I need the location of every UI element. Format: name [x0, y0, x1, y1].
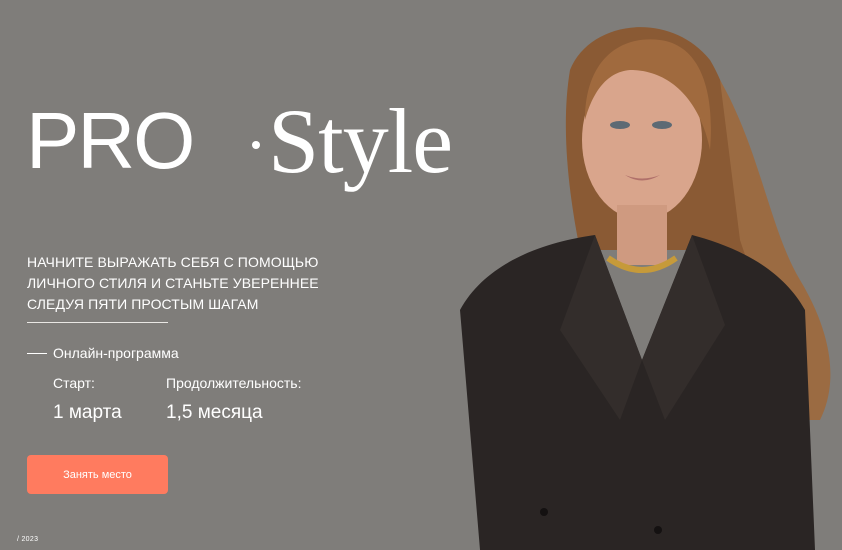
- dash-icon: [27, 352, 47, 354]
- program-format: Онлайн-программа: [27, 345, 179, 361]
- start-value: 1 марта: [53, 402, 122, 423]
- logo-pro-text: PRO: [26, 96, 195, 185]
- hero-tagline: НАЧНИТЕ ВЫРАЖАТЬ СЕБЯ С ПОМОЩЬЮ ЛИЧНОГО …: [27, 252, 347, 315]
- footer-year: / 2023: [17, 536, 39, 543]
- start-label: Старт:: [53, 375, 95, 391]
- pro-style-logo: PRO Style: [26, 95, 466, 215]
- divider: [27, 322, 168, 323]
- logo-dot: [252, 141, 260, 149]
- logo-style-text: Style: [268, 90, 453, 192]
- tagline-line: ЛИЧНОГО СТИЛЯ И СТАНЬТЕ УВЕРЕННЕЕ: [27, 275, 319, 291]
- start-info: Старт: 1 марта: [53, 375, 122, 425]
- reserve-spot-button[interactable]: Занять место: [27, 455, 168, 494]
- duration-label: Продолжительность:: [166, 375, 302, 391]
- duration-value: 1,5 месяца: [166, 402, 263, 423]
- model-photo: [460, 27, 831, 550]
- format-label: Онлайн-программа: [53, 345, 179, 361]
- duration-info: Продолжительность: 1,5 месяца: [166, 375, 301, 425]
- tagline-line: НАЧНИТЕ ВЫРАЖАТЬ СЕБЯ С ПОМОЩЬЮ: [27, 254, 319, 270]
- tagline-line: СЛЕДУЯ ПЯТИ ПРОСТЫМ ШАГАМ: [27, 296, 259, 312]
- hero-section: PRO Style НАЧНИТЕ ВЫРАЖАТЬ СЕБЯ С ПОМОЩЬ…: [0, 0, 842, 550]
